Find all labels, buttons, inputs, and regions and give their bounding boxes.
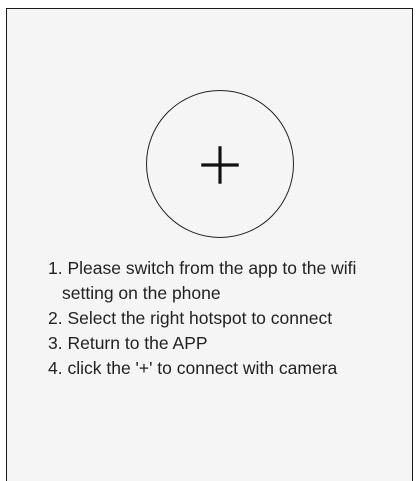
instruction-step-2: 2. Select the right hotspot to connect — [48, 308, 333, 328]
instruction-step-1-line-2: setting on the phone — [62, 283, 221, 303]
screen: 1. Please switch from the app to the wif… — [0, 0, 417, 481]
instruction-step-4: 4. click the '+' to connect with camera — [48, 358, 338, 378]
instruction-step-1-line-1: 1. Please switch from the app to the wif… — [48, 258, 357, 278]
plus-icon — [201, 146, 239, 184]
setup-panel — [6, 8, 413, 481]
instruction-list: 1. Please switch from the app to the wif… — [48, 256, 408, 381]
instruction-step-1: 1. Please switch from the app to the wif… — [48, 256, 408, 306]
add-camera-button[interactable] — [146, 90, 294, 238]
instruction-step-3: 3. Return to the APP — [48, 333, 208, 353]
